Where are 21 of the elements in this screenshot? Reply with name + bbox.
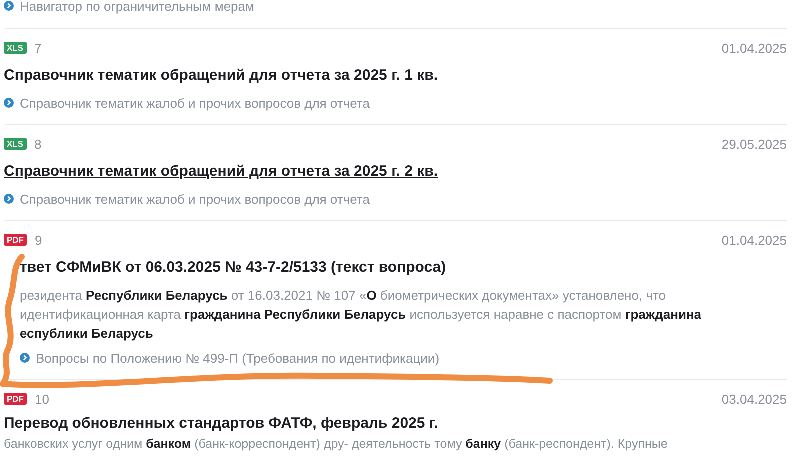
document-snippet: банковских услуг одним банком (банк-корреспондент) дру- деятельность тому банку (банк-респондент). Крупные [4,436,669,452]
file-type-badge: PDF [4,234,27,246]
document-number: 8 [34,136,42,152]
document-number: 10 [35,392,50,406]
document-date: 01.04.2025 [722,40,787,56]
document-date: 01.04.2025 [722,232,787,248]
document-number: 7 [34,40,42,56]
document-date: 29.05.2025 [722,136,787,152]
file-type-badge: XLS [4,42,27,54]
document-title-link[interactable]: Справочник тематик обращений для отчета за 2025 г. 1 кв. [4,66,787,86]
arrow-circle-icon [4,98,14,108]
document-date: 03.04.2025 [722,392,787,406]
document-number: 9 [35,232,42,248]
arrow-circle-icon [4,194,14,204]
file-type-badge: PDF [4,393,27,405]
document-title-link[interactable]: Перевод обновленных стандартов ФАТФ, февраль 2025 г. [4,414,787,434]
arrow-circle-icon [20,353,30,363]
document-title-link[interactable]: твет СФМиВК от 06.03.2025 № 43-7-2/5133 (текст вопроса) [4,258,787,278]
document-title-link[interactable]: Справочник тематик обращений для отчета за 2025 г. 2 кв. [4,162,787,182]
document-snippet: резидента Республики Беларусь от 16.03.2021 № 107 «О биометрических документах» установлено, что идентификационная карта гражданина Республики Беларусь используется наравне с паспортом гражданина еспублики Беларусь [19,287,703,343]
file-type-badge: XLS [4,138,27,150]
